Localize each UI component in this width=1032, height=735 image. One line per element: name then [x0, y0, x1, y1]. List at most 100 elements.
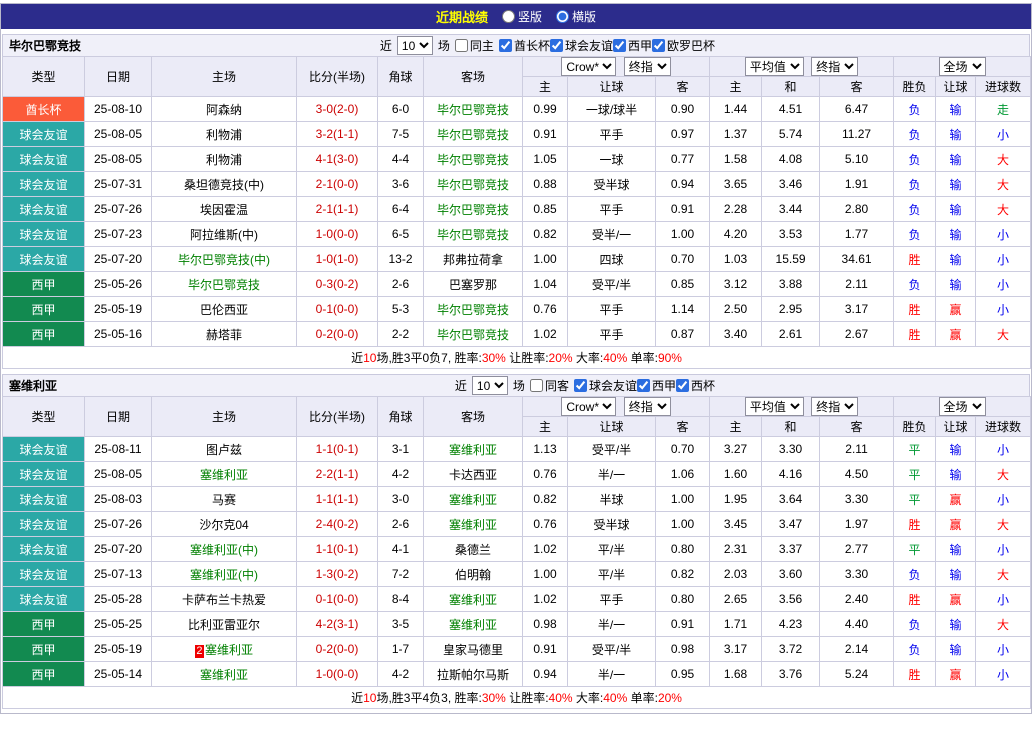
team-name[interactable]: 沙尔克04 [199, 518, 248, 532]
result-goals: 小 [976, 272, 1031, 297]
team-name[interactable]: 毕尔巴鄂竞技 [437, 128, 509, 142]
avg-odds-home: 1.68 [710, 662, 762, 687]
handicap-odds-away: 0.70 [656, 437, 710, 462]
europe-odds-stage-select[interactable]: 终指 [811, 57, 858, 76]
handicap-odds-home: 1.00 [523, 562, 568, 587]
team-name[interactable]: 毕尔巴鄂竞技 [188, 278, 260, 292]
team-name[interactable]: 皇家马德里 [443, 643, 503, 657]
team-name[interactable]: 伯明翰 [455, 568, 491, 582]
home-team: 巴伦西亚 [152, 297, 297, 322]
handicap-odds-stage-select[interactable]: 终指 [624, 57, 671, 76]
league-filter-checkbox[interactable] [550, 39, 563, 52]
match-count-select[interactable]: 10 [397, 36, 433, 55]
team-name[interactable]: 利物浦 [206, 128, 242, 142]
handicap-odds-stage-select[interactable]: 终指 [624, 397, 671, 416]
league-filter[interactable]: 西甲 [613, 37, 652, 54]
team-name[interactable]: 阿拉维斯(中) [190, 228, 258, 242]
away-team: 巴塞罗那 [424, 272, 523, 297]
layout-option-horizontal[interactable]: 横版 [556, 8, 596, 25]
league-filter-checkbox[interactable] [499, 39, 512, 52]
team-name[interactable]: 巴伦西亚 [200, 303, 248, 317]
team-name[interactable]: 毕尔巴鄂竞技(中) [178, 253, 270, 267]
bookmaker-select[interactable]: Crow* [561, 397, 616, 416]
league-filter[interactable]: 西杯 [676, 377, 715, 394]
team-name[interactable]: 图卢兹 [206, 443, 242, 457]
team-name[interactable]: 毕尔巴鄂竞技 [437, 303, 509, 317]
team-name[interactable]: 桑坦德竞技(中) [184, 178, 264, 192]
team-name[interactable]: 毕尔巴鄂竞技 [437, 153, 509, 167]
league-badge: 球会友谊 [3, 247, 85, 272]
layout-option-vertical[interactable]: 竖版 [502, 8, 542, 25]
col-handicap-result: 让球 [936, 417, 976, 437]
match-count-select[interactable]: 10 [472, 376, 508, 395]
same-venue-filter[interactable]: 同主 [455, 37, 494, 54]
team-name[interactable]: 塞维利亚 [205, 643, 253, 657]
team-name[interactable]: 卡达西亚 [449, 468, 497, 482]
league-filter-checkbox[interactable] [574, 379, 587, 392]
avg-odds-select[interactable]: 平均值 [745, 397, 804, 416]
same-venue-checkbox[interactable] [530, 379, 543, 392]
league-filter[interactable]: 球会友谊 [550, 37, 613, 54]
handicap-odds-away: 0.95 [656, 662, 710, 687]
league-filter-checkbox[interactable] [652, 39, 665, 52]
team-name[interactable]: 塞维利亚(中) [190, 543, 258, 557]
team-name[interactable]: 桑德兰 [455, 543, 491, 557]
team-name[interactable]: 毕尔巴鄂竞技 [437, 178, 509, 192]
team-name[interactable]: 塞维利亚 [449, 518, 497, 532]
league-filter[interactable]: 西甲 [637, 377, 676, 394]
vertical-layout-radio[interactable] [502, 10, 515, 23]
home-team: 比利亚雷亚尔 [152, 612, 297, 637]
team-name[interactable]: 塞维利亚 [449, 618, 497, 632]
league-filter-checkbox[interactable] [613, 39, 626, 52]
bookmaker-select[interactable]: Crow* [561, 57, 616, 76]
handicap-odds-away: 0.82 [656, 562, 710, 587]
same-venue-checkbox[interactable] [455, 39, 468, 52]
avg-odds-away: 2.67 [820, 322, 894, 347]
league-filter[interactable]: 酋长杯 [499, 37, 550, 54]
team-name[interactable]: 马赛 [212, 493, 236, 507]
team-title: 塞维利亚 [9, 377, 57, 394]
avg-odds-draw: 3.47 [762, 512, 820, 537]
team-name[interactable]: 比利亚雷亚尔 [188, 618, 260, 632]
team-name[interactable]: 塞维利亚(中) [190, 568, 258, 582]
league-filter-checkbox[interactable] [676, 379, 689, 392]
horizontal-layout-radio[interactable] [556, 10, 569, 23]
team-name[interactable]: 毕尔巴鄂竞技 [437, 203, 509, 217]
team-name[interactable]: 塞维利亚 [200, 468, 248, 482]
team-name[interactable]: 塞维利亚 [449, 593, 497, 607]
team-name[interactable]: 拉斯帕尔马斯 [437, 668, 509, 682]
league-filter[interactable]: 球会友谊 [574, 377, 637, 394]
team-name[interactable]: 毕尔巴鄂竞技 [437, 328, 509, 342]
team-name[interactable]: 阿森纳 [206, 103, 242, 117]
team-name[interactable]: 赫塔菲 [206, 328, 242, 342]
handicap-line: 受平/半 [568, 272, 656, 297]
summary-text: 10 [363, 691, 376, 705]
period-select[interactable]: 全场 [939, 57, 986, 76]
avg-odds-away: 4.50 [820, 462, 894, 487]
home-team: 塞维利亚 [152, 462, 297, 487]
avg-odds-select[interactable]: 平均值 [745, 57, 804, 76]
team-name[interactable]: 卡萨布兰卡热爱 [182, 593, 266, 607]
result-goals: 小 [976, 662, 1031, 687]
period-select[interactable]: 全场 [939, 397, 986, 416]
league-badge: 球会友谊 [3, 172, 85, 197]
filters: 近 10 场 同客 球会友谊西甲西杯 [455, 376, 715, 395]
match-score: 0-3(0-2) [297, 272, 378, 297]
league-filter[interactable]: 欧罗巴杯 [652, 37, 715, 54]
team-name[interactable]: 塞维利亚 [200, 668, 248, 682]
team-name[interactable]: 塞维利亚 [449, 493, 497, 507]
team-name[interactable]: 毕尔巴鄂竞技 [437, 103, 509, 117]
team-name[interactable]: 邦弗拉荷拿 [443, 253, 503, 267]
team-name[interactable]: 塞维利亚 [449, 443, 497, 457]
avg-odds-away: 5.10 [820, 147, 894, 172]
summary-text: 场,胜3平0负7, 胜率: [376, 351, 481, 365]
league-filter-checkbox[interactable] [637, 379, 650, 392]
team-name[interactable]: 埃因霍温 [200, 203, 248, 217]
same-venue-filter[interactable]: 同客 [530, 377, 569, 394]
corner-score: 3-5 [378, 612, 424, 637]
europe-odds-stage-select[interactable]: 终指 [811, 397, 858, 416]
team-name[interactable]: 利物浦 [206, 153, 242, 167]
team-name[interactable]: 毕尔巴鄂竞技 [437, 228, 509, 242]
team-name[interactable]: 巴塞罗那 [449, 278, 497, 292]
avg-odds-home: 1.44 [710, 97, 762, 122]
